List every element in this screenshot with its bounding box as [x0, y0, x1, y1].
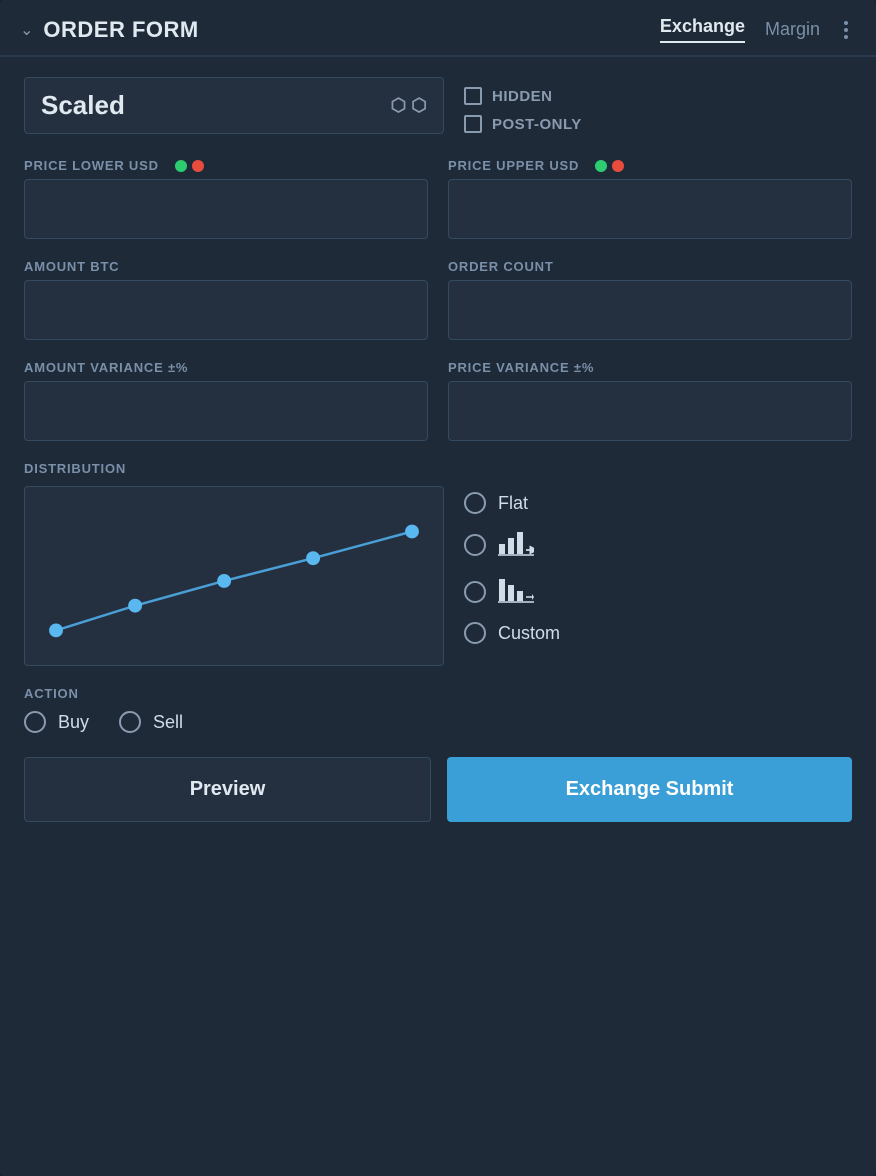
action-label: ACTION	[24, 686, 852, 701]
action-options: Buy Sell	[24, 711, 852, 733]
distribution-flat-option[interactable]: Flat	[464, 492, 560, 514]
price-lower-input[interactable]	[24, 179, 428, 239]
dot-icon	[844, 28, 848, 32]
price-upper-label: PRICE UPPER USD	[448, 158, 852, 173]
amount-btc-input[interactable]	[24, 280, 428, 340]
tab-exchange[interactable]: Exchange	[660, 16, 745, 43]
hidden-checkbox-row[interactable]: HIDDEN	[464, 87, 582, 105]
tab-margin[interactable]: Margin	[765, 19, 820, 40]
dot-icon	[844, 35, 848, 39]
asc-radio[interactable]	[464, 534, 486, 556]
price-upper-indicators	[595, 160, 624, 172]
distribution-chart	[24, 486, 444, 666]
order-form-panel: ⌄ ORDER FORM Exchange Margin Scaled ⬡ ⬡	[0, 0, 876, 1176]
green-indicator	[595, 160, 607, 172]
dot-icon	[844, 21, 848, 25]
checkboxes-col: HIDDEN POST-ONLY	[464, 77, 582, 133]
variance-row: AMOUNT VARIANCE ±% PRICE VARIANCE ±%	[24, 360, 852, 441]
price-variance-group: PRICE VARIANCE ±%	[448, 360, 852, 441]
header: ⌄ ORDER FORM Exchange Margin	[0, 0, 876, 57]
header-right: Exchange Margin	[660, 16, 852, 43]
order-type-select[interactable]: Scaled ⬡ ⬡	[24, 77, 444, 134]
price-lower-indicators	[175, 160, 204, 172]
select-arrows-icon: ⬡ ⬡	[391, 95, 427, 116]
price-upper-group: PRICE UPPER USD	[448, 158, 852, 239]
sell-radio[interactable]	[119, 711, 141, 733]
amount-btc-group: AMOUNT BTC	[24, 259, 428, 340]
action-section: ACTION Buy Sell	[24, 686, 852, 733]
chevron-down-icon[interactable]: ⌄	[20, 20, 33, 40]
distribution-options: Flat	[464, 486, 560, 644]
price-lower-group: PRICE LOWER USD	[24, 158, 428, 239]
red-indicator	[612, 160, 624, 172]
descending-bars-icon	[498, 575, 534, 608]
flat-radio[interactable]	[464, 492, 486, 514]
exchange-submit-button[interactable]: Exchange Submit	[447, 757, 852, 822]
order-type-row: Scaled ⬡ ⬡ HIDDEN POST-ONLY	[24, 77, 852, 134]
form-body: Scaled ⬡ ⬡ HIDDEN POST-ONLY PRICE LOWER …	[0, 57, 876, 842]
buy-option[interactable]: Buy	[24, 711, 89, 733]
custom-radio[interactable]	[464, 622, 486, 644]
amount-variance-label: AMOUNT VARIANCE ±%	[24, 360, 428, 375]
desc-radio[interactable]	[464, 581, 486, 603]
header-left: ⌄ ORDER FORM	[20, 17, 199, 43]
amount-count-row: AMOUNT BTC ORDER COUNT	[24, 259, 852, 340]
more-options-button[interactable]	[840, 17, 852, 43]
distribution-asc-option[interactable]	[464, 528, 560, 561]
buttons-row: Preview Exchange Submit	[24, 757, 852, 822]
distribution-section: DISTRIBUTION	[24, 461, 852, 666]
post-only-checkbox[interactable]	[464, 115, 482, 133]
flat-label: Flat	[498, 493, 528, 514]
buy-label: Buy	[58, 712, 89, 733]
amount-variance-input[interactable]	[24, 381, 428, 441]
post-only-label: POST-ONLY	[492, 116, 582, 133]
price-upper-input[interactable]	[448, 179, 852, 239]
red-indicator	[192, 160, 204, 172]
distribution-label: DISTRIBUTION	[24, 461, 852, 476]
order-count-label: ORDER COUNT	[448, 259, 852, 274]
price-variance-label: PRICE VARIANCE ±%	[448, 360, 852, 375]
order-type-value: Scaled	[41, 90, 125, 121]
buy-radio[interactable]	[24, 711, 46, 733]
price-lower-label: PRICE LOWER USD	[24, 158, 428, 173]
green-indicator	[175, 160, 187, 172]
ascending-bars-icon	[498, 528, 534, 561]
distribution-content: Flat	[24, 486, 852, 666]
amount-variance-group: AMOUNT VARIANCE ±%	[24, 360, 428, 441]
sell-label: Sell	[153, 712, 183, 733]
order-count-group: ORDER COUNT	[448, 259, 852, 340]
hidden-label: HIDDEN	[492, 88, 553, 105]
post-only-checkbox-row[interactable]: POST-ONLY	[464, 115, 582, 133]
price-fields-row: PRICE LOWER USD PRICE UPPER USD	[24, 158, 852, 239]
order-count-input[interactable]	[448, 280, 852, 340]
hidden-checkbox[interactable]	[464, 87, 482, 105]
amount-btc-label: AMOUNT BTC	[24, 259, 428, 274]
custom-label: Custom	[498, 623, 560, 644]
price-variance-input[interactable]	[448, 381, 852, 441]
distribution-custom-option[interactable]: Custom	[464, 622, 560, 644]
page-title: ORDER FORM	[43, 17, 198, 43]
preview-button[interactable]: Preview	[24, 757, 431, 822]
distribution-desc-option[interactable]	[464, 575, 560, 608]
sell-option[interactable]: Sell	[119, 711, 183, 733]
